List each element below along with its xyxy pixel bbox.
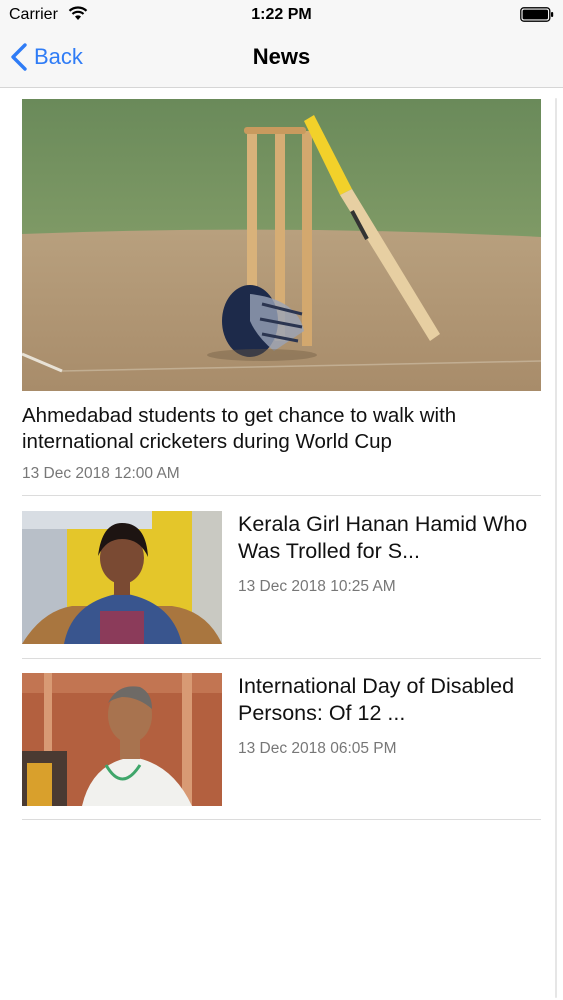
scroll-indicator[interactable] bbox=[555, 98, 557, 998]
status-bar: Carrier 1:22 PM bbox=[0, 0, 563, 30]
article-title: International Day of Disabled Persons: O… bbox=[238, 674, 515, 725]
status-time: 1:22 PM bbox=[251, 6, 312, 23]
news-list-item[interactable]: Kerala Girl Hanan Hamid Who Was Trolled … bbox=[22, 511, 541, 644]
page-title: News bbox=[252, 44, 311, 69]
article-date: 13 Dec 2018 06:05 PM bbox=[238, 740, 397, 757]
featured-article-date: 13 Dec 2018 12:00 AM bbox=[22, 465, 180, 482]
divider bbox=[22, 819, 541, 820]
news-list-item[interactable]: International Day of Disabled Persons: O… bbox=[22, 673, 541, 806]
featured-article-title: Ahmedabad students to get chance to walk… bbox=[22, 404, 457, 453]
battery-icon bbox=[520, 7, 554, 22]
news-list[interactable]: Ahmedabad students to get chance to walk… bbox=[0, 88, 563, 1000]
article-thumbnail bbox=[22, 673, 222, 806]
article-title: Kerala Girl Hanan Hamid Who Was Trolled … bbox=[238, 512, 528, 563]
navigation-bar: Back News bbox=[0, 30, 563, 88]
featured-article-image bbox=[22, 99, 541, 391]
article-date: 13 Dec 2018 10:25 AM bbox=[238, 578, 396, 595]
article-thumbnail bbox=[22, 511, 222, 644]
divider bbox=[22, 658, 541, 659]
featured-article[interactable]: Ahmedabad students to get chance to walk… bbox=[22, 99, 541, 483]
divider bbox=[22, 495, 541, 496]
